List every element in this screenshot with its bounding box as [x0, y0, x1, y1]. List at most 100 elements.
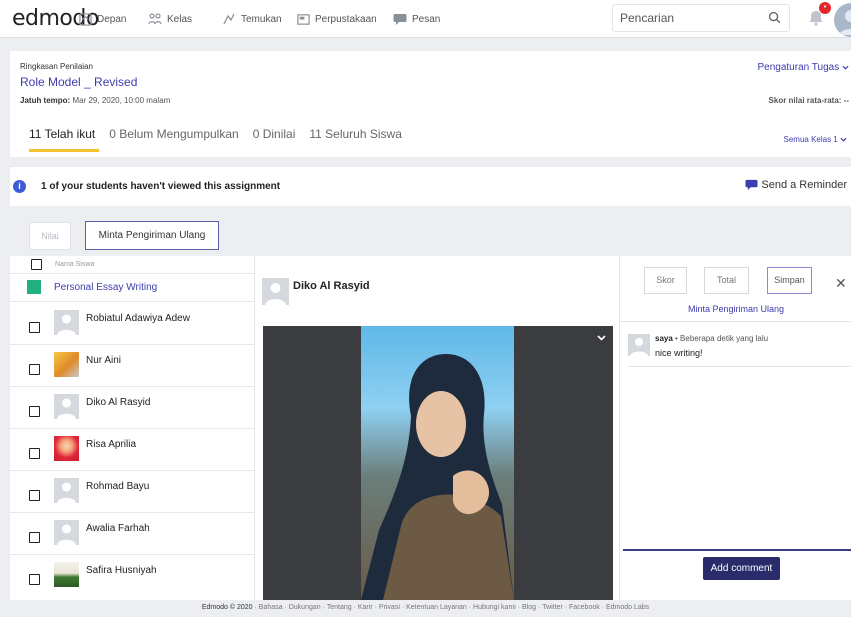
footer-brand: Edmodo © 2020: [201, 604, 253, 611]
student-name: Robiatul Adawiya Adew: [86, 313, 190, 324]
student-row[interactable]: Diko Al Rasyid: [10, 387, 254, 429]
user-avatar[interactable]: [834, 3, 851, 37]
default-avatar-icon: [54, 478, 79, 503]
class-color-square: [27, 280, 41, 294]
comment-input-border[interactable]: [623, 549, 851, 551]
grade-button[interactable]: Nilai: [29, 222, 71, 250]
nav-library[interactable]: Perpustakaan: [296, 12, 377, 26]
select-all-checkbox[interactable]: [31, 259, 42, 270]
student-name: Safira Husniyah: [86, 565, 157, 576]
search-box: [612, 4, 790, 32]
nav-discover-label: Temukan: [241, 13, 282, 25]
info-icon: i: [13, 180, 26, 193]
tab-turned-in[interactable]: 11 Telah ikut: [29, 127, 95, 141]
student-row[interactable]: Safira Husniyah: [10, 555, 254, 597]
comment-meta: saya • Beberapa detik yang lalu: [655, 334, 769, 343]
grading-panel: Skor Total Simpan ✕ Minta Pengiriman Ula…: [619, 256, 851, 600]
chevron-down-icon: [842, 65, 849, 70]
request-resubmission-button[interactable]: Minta Pengiriman Ulang: [85, 221, 219, 250]
due-date: Jatuh tempo: Mar 29, 2020, 10:00 malam: [20, 96, 170, 105]
student-checkbox[interactable]: [29, 406, 40, 417]
comment-text: nice writing!: [655, 348, 703, 358]
save-button[interactable]: Simpan: [767, 267, 812, 294]
nav-home[interactable]: Depan: [78, 12, 126, 26]
student-name: Rohmad Bayu: [86, 481, 150, 492]
comment-divider: [628, 366, 851, 367]
tab-all-students[interactable]: 11 Seluruh Siswa: [309, 127, 402, 141]
class-filter-label: Semua Kelas 1: [783, 135, 838, 144]
student-row[interactable]: Awalia Farhah: [10, 513, 254, 555]
student-checkbox[interactable]: [29, 574, 40, 585]
default-avatar-icon: [54, 394, 79, 419]
assignment-header: Ringkasan Penilaian Role Model _ Revised…: [10, 51, 851, 157]
default-avatar-icon: [262, 278, 289, 305]
student-name: Nur Aini: [86, 355, 122, 366]
student-list-header: Nama Siswa: [10, 256, 254, 274]
not-viewed-notice: i 1 of your students haven't viewed this…: [10, 166, 851, 206]
send-reminder-button[interactable]: Send a Reminder: [745, 179, 847, 191]
student-checkbox[interactable]: [29, 532, 40, 543]
notice-message: 1 of your students haven't viewed this a…: [41, 181, 281, 192]
page-footer: Edmodo © 2020 · Bahasa · Dukungan · Tent…: [201, 604, 650, 611]
classes-icon: [148, 12, 162, 26]
due-date-label: Jatuh tempo:: [20, 96, 71, 105]
default-avatar-icon: [54, 310, 79, 335]
student-checkbox[interactable]: [29, 490, 40, 501]
student-photo-avatar: [54, 352, 79, 377]
student-photo-avatar: [54, 436, 79, 461]
tab-graded[interactable]: 0 Dinilai: [253, 127, 296, 141]
comment-time: Beberapa detik yang lalu: [680, 334, 769, 343]
score-input[interactable]: Skor: [644, 267, 687, 294]
student-name-column: Nama Siswa: [55, 261, 95, 268]
student-row[interactable]: Nur Aini: [10, 345, 254, 387]
student-row[interactable]: Rohmad Bayu: [10, 471, 254, 513]
grade-actions-bar: Nilai Minta Pengiriman Ulang: [10, 206, 851, 256]
student-photo-avatar: [54, 562, 79, 587]
total-input[interactable]: Total: [704, 267, 749, 294]
class-filter-dropdown[interactable]: Semua Kelas 1: [784, 135, 848, 144]
class-group-row[interactable]: Personal Essay Writing: [10, 276, 254, 302]
student-row[interactable]: Risa Aprilia: [10, 429, 254, 471]
assignment-settings-link[interactable]: Pengaturan Tugas: [757, 62, 849, 73]
submission-viewer: Diko Al Rasyid: [254, 256, 619, 600]
student-name: Diko Al Rasyid: [86, 397, 151, 408]
home-icon: [78, 12, 92, 26]
assignment-settings-label: Pengaturan Tugas: [757, 62, 840, 73]
nav-classes-label: Kelas: [167, 13, 193, 25]
student-name: Awalia Farhah: [86, 523, 150, 534]
due-date-value: Mar 29, 2020, 10:00 malam: [72, 96, 171, 105]
add-comment-button[interactable]: Add comment: [703, 557, 780, 580]
tab-not-submitted[interactable]: 0 Belum Mengumpulkan: [109, 127, 238, 141]
library-icon: [296, 12, 310, 26]
send-reminder-label: Send a Reminder: [761, 179, 847, 191]
close-icon[interactable]: ✕: [835, 275, 847, 292]
assignment-title[interactable]: Role Model _ Revised: [20, 75, 137, 89]
chat-bubble-icon: [745, 179, 758, 191]
search-input[interactable]: [620, 11, 760, 25]
search-icon[interactable]: [768, 11, 781, 27]
student-checkbox[interactable]: [29, 364, 40, 375]
submission-photo: [361, 326, 514, 600]
student-checkbox[interactable]: [29, 448, 40, 459]
student-list: Nama Siswa Personal Essay Writing Robiat…: [10, 256, 254, 600]
nav-classes[interactable]: Kelas: [148, 12, 192, 26]
chevron-down-icon: [840, 137, 847, 142]
nav-messages[interactable]: Pesan: [393, 12, 440, 26]
submission-tabs: 11 Telah ikut 0 Belum Mengumpulkan 0 Din…: [29, 127, 402, 141]
default-avatar-icon: [628, 334, 650, 356]
panel-request-resubmission-link[interactable]: Minta Pengiriman Ulang: [620, 304, 851, 314]
nav-messages-label: Pesan: [412, 13, 441, 25]
student-row[interactable]: Robiatul Adawiya Adew: [10, 303, 254, 345]
student-checkbox[interactable]: [29, 322, 40, 333]
footer-links[interactable]: Bahasa · Dukungan · Tentang · Karir · Pr…: [259, 604, 649, 611]
nav-discover[interactable]: Temukan: [222, 12, 282, 26]
nav-library-label: Perpustakaan: [315, 13, 377, 25]
active-tab-indicator: [29, 149, 99, 152]
class-group-name: Personal Essay Writing: [54, 282, 158, 293]
comment-author: saya: [655, 334, 673, 343]
chevron-down-icon[interactable]: [597, 330, 606, 344]
grading-summary-label: Ringkasan Penilaian: [20, 62, 93, 71]
submission-preview[interactable]: [263, 326, 613, 600]
average-score: Skor nilai rata-rata: --: [768, 96, 849, 105]
default-avatar-icon: [54, 520, 79, 545]
